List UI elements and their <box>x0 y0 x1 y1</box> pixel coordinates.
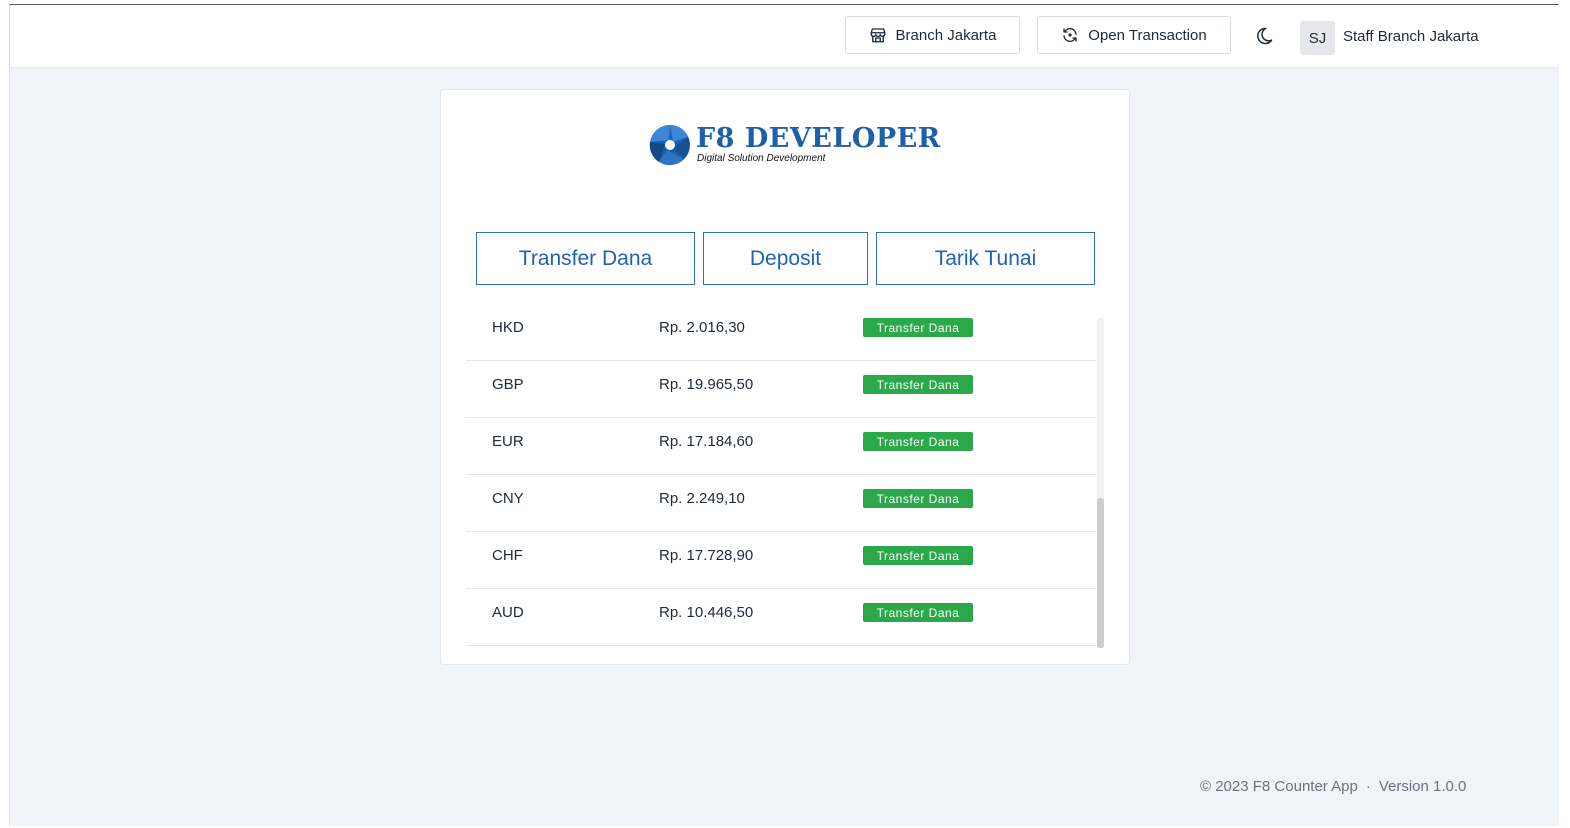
table-row: EUR Rp. 17.184,60 Transfer Dana <box>466 418 1096 475</box>
rate-cell: Rp. 2.016,30 <box>659 319 745 336</box>
company-logo: F8 DEVELOPER Digital Solution Developmen… <box>649 120 941 168</box>
transfer-badge[interactable]: Transfer Dana <box>863 432 973 451</box>
currency-cell: CHF <box>492 547 523 564</box>
currency-cell: GBP <box>492 376 524 393</box>
transaction-card: F8 DEVELOPER Digital Solution Developmen… <box>440 89 1130 665</box>
tab-transfer-dana-label: Transfer Dana <box>518 246 653 270</box>
open-transaction-label: Open Transaction <box>1088 26 1207 44</box>
tab-transfer-dana[interactable]: Transfer Dana <box>476 232 695 285</box>
moon-icon[interactable] <box>1254 25 1274 52</box>
tab-deposit-label: Deposit <box>749 246 822 270</box>
scrollbar[interactable] <box>1097 318 1104 648</box>
transfer-badge[interactable]: Transfer Dana <box>863 318 973 337</box>
logo-subtitle: Digital Solution Development <box>697 153 826 164</box>
branch-label: Branch Jakarta <box>895 26 997 44</box>
transfer-badge[interactable]: Transfer Dana <box>863 375 973 394</box>
logo-title: F8 DEVELOPER <box>696 123 941 154</box>
table-row: AUD Rp. 10.446,50 Transfer Dana <box>466 589 1096 646</box>
tab-tarik-tunai[interactable]: Tarik Tunai <box>876 232 1095 285</box>
table-row: GBP Rp. 19.965,50 Transfer Dana <box>466 361 1096 418</box>
tab-tarik-tunai-label: Tarik Tunai <box>934 246 1037 270</box>
app-frame: Branch Jakarta Open Transaction SJ Staff… <box>9 4 1559 826</box>
tab-deposit[interactable]: Deposit <box>703 232 868 285</box>
rate-cell: Rp. 17.728,90 <box>659 547 754 564</box>
currency-cell: CNY <box>492 490 524 507</box>
user-name[interactable]: Staff Branch Jakarta <box>1343 28 1479 45</box>
rate-cell: Rp. 2.249,10 <box>659 490 745 507</box>
rate-cell: Rp. 19.965,50 <box>659 376 754 393</box>
currency-cell: HKD <box>492 319 524 336</box>
footer-version: Version 1.0.0 <box>1378 778 1467 795</box>
footer-copyright: © 2023 F8 Counter App <box>1200 778 1358 795</box>
rate-cell: Rp. 10.446,50 <box>659 604 754 621</box>
rates-table: HKD Rp. 2.016,30 Transfer Dana GBP Rp. 1… <box>466 318 1106 649</box>
store-icon <box>869 26 887 44</box>
refresh-icon <box>1061 26 1079 44</box>
top-bar: Branch Jakarta Open Transaction SJ Staff… <box>10 5 1559 68</box>
transfer-badge[interactable]: Transfer Dana <box>863 603 973 622</box>
table-row: CHF Rp. 17.728,90 Transfer Dana <box>466 532 1096 589</box>
avatar[interactable]: SJ <box>1300 21 1335 55</box>
logo-aperture-icon <box>649 124 690 166</box>
table-row: CNY Rp. 2.249,10 Transfer Dana <box>466 475 1096 532</box>
rate-cell: Rp. 17.184,60 <box>659 433 754 450</box>
scrollbar-thumb[interactable] <box>1097 498 1104 648</box>
footer: © 2023 F8 Counter App · Version 1.0.0 <box>1200 778 1466 795</box>
currency-cell: AUD <box>492 604 524 621</box>
open-transaction-button[interactable]: Open Transaction <box>1037 16 1231 54</box>
transfer-badge[interactable]: Transfer Dana <box>863 489 973 508</box>
branch-button[interactable]: Branch Jakarta <box>845 16 1020 54</box>
footer-separator: · <box>1365 778 1371 795</box>
table-row: HKD Rp. 2.016,30 Transfer Dana <box>466 318 1096 361</box>
currency-cell: EUR <box>492 433 524 450</box>
transfer-badge[interactable]: Transfer Dana <box>863 546 973 565</box>
avatar-initials: SJ <box>1308 29 1327 47</box>
